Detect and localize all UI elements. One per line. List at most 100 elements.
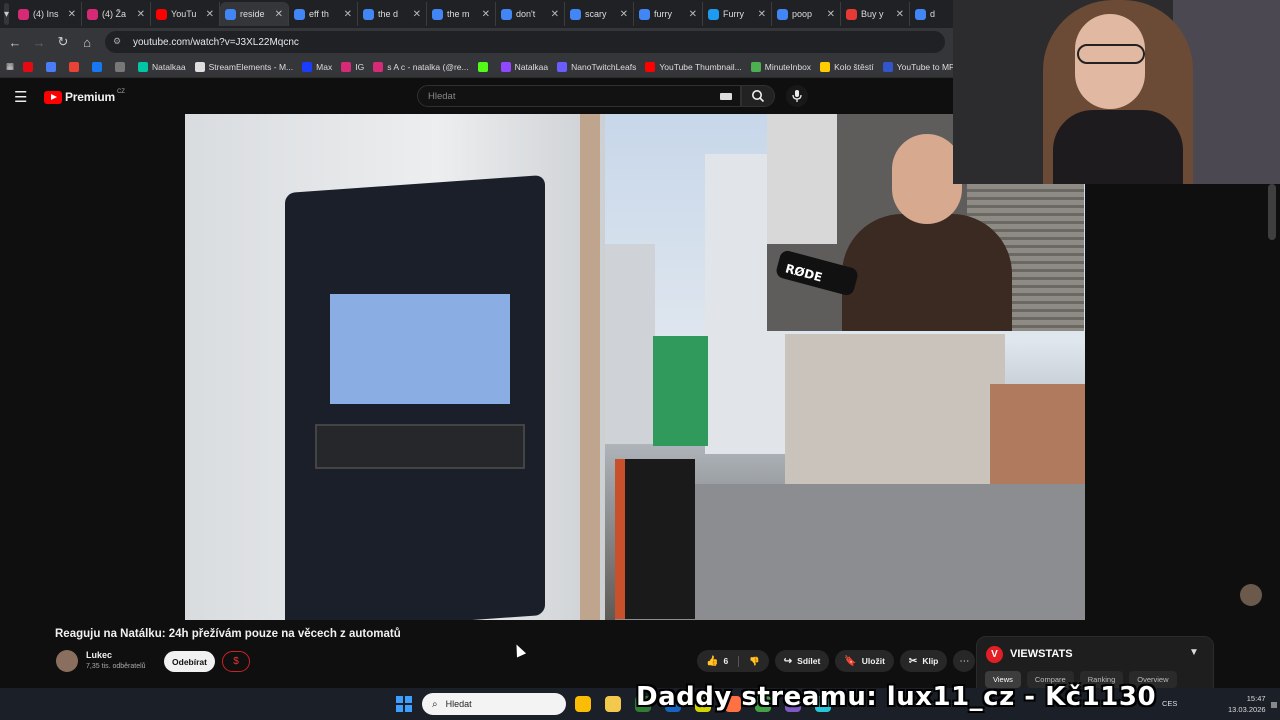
browser-tab[interactable]: YouTu ✕ (151, 2, 221, 26)
tab-favicon-icon (915, 8, 927, 20)
browser-tab[interactable]: the d ✕ (358, 2, 428, 26)
voice-search-button[interactable] (786, 85, 808, 107)
apps-icon[interactable]: ▦ (6, 61, 14, 72)
vending-machine-edge (580, 114, 600, 620)
close-tab-icon[interactable]: ✕ (68, 9, 76, 20)
browser-tab[interactable]: eff th ✕ (289, 2, 359, 26)
screen: ▾ (4) Ins ✕ (4) Ža ✕ YouTu ✕ reside ✕ eff th ✕ the… (0, 0, 1280, 720)
close-tab-icon[interactable]: ✕ (620, 9, 628, 20)
browser-tab[interactable]: Buy y ✕ (841, 2, 911, 26)
file-explorer-icon[interactable] (605, 696, 621, 712)
tab-title: (4) Ins (33, 9, 59, 19)
bookmark-item[interactable] (115, 61, 129, 72)
bookmark-item[interactable]: YouTube Thumbnail... (645, 61, 742, 72)
save-label: Uložit (861, 656, 885, 666)
show-desktop-button[interactable] (1271, 702, 1277, 708)
bookmark-item[interactable] (477, 61, 492, 72)
youtube-play-icon (44, 90, 62, 104)
subscribe-button[interactable]: Odebírat (164, 651, 215, 672)
search-button[interactable] (741, 85, 775, 107)
bookmark-favicon-icon (500, 61, 511, 72)
browser-tab[interactable]: don't ✕ (496, 2, 566, 26)
close-tab-icon[interactable]: ✕ (827, 9, 835, 20)
back-button[interactable]: ← (3, 35, 27, 50)
facecam-glasses (1077, 44, 1145, 64)
reload-button[interactable]: ↻ (51, 34, 75, 50)
site-info-icon[interactable]: ⚙ (113, 36, 125, 48)
channel-name[interactable]: Lukec (86, 650, 112, 660)
browser-tab[interactable]: (4) Ža ✕ (82, 2, 152, 26)
save-button[interactable]: 🔖 Uložit (835, 650, 894, 672)
browser-toolbar: ← → ↻ ⌂ ⚙ youtube.com/watch?v=J3XL22Mqcn… (0, 28, 955, 56)
bookmark-item[interactable]: IG (341, 61, 364, 72)
close-tab-icon[interactable]: ✕ (206, 9, 214, 20)
like-count: 6 (723, 656, 729, 666)
donate-button[interactable]: $ (222, 651, 250, 672)
close-tab-icon[interactable]: ✕ (482, 9, 490, 20)
tab-search-button[interactable]: ▾ (4, 3, 10, 25)
floating-avatar-button[interactable] (1240, 584, 1262, 606)
menu-icon[interactable]: ☰ (14, 88, 34, 106)
search-input[interactable]: Hledat (417, 85, 741, 107)
browser-tab[interactable]: d✕ (910, 2, 955, 26)
bookmark-favicon-icon (69, 61, 80, 72)
channel-avatar[interactable] (56, 650, 78, 672)
bookmark-favicon-icon (23, 61, 34, 72)
browser-tab-strip: ▾ (4) Ins ✕ (4) Ža ✕ YouTu ✕ reside ✕ eff th ✕ the… (0, 0, 955, 28)
tab-title: d (930, 9, 936, 19)
bookmark-item[interactable]: s A c - natalka (@re... (373, 61, 469, 72)
bookmark-item[interactable] (69, 61, 83, 72)
browser-tab[interactable]: (4) Ins ✕ (13, 2, 83, 26)
close-tab-icon[interactable]: ✕ (551, 9, 559, 20)
tab-favicon-icon (225, 8, 237, 20)
browser-tab[interactable]: reside ✕ (220, 2, 290, 26)
more-actions-button[interactable]: ⋯ (953, 650, 976, 672)
bookmark-item[interactable] (23, 61, 37, 72)
browser-tab[interactable]: scary ✕ (565, 2, 635, 26)
share-button[interactable]: ↪ Sdílet (774, 650, 830, 672)
browser-tab[interactable]: poop ✕ (772, 2, 842, 26)
taskbar-search-placeholder: Hledat (445, 699, 472, 709)
close-tab-icon[interactable]: ✕ (689, 9, 697, 20)
bookmark-item[interactable]: StreamElements - M... (194, 61, 293, 72)
browser-tab[interactable]: Furry ✕ (703, 2, 773, 26)
bookmark-favicon-icon (138, 61, 149, 72)
bookmark-item[interactable] (92, 61, 106, 72)
bookmark-item[interactable] (46, 61, 60, 72)
bookmark-item[interactable]: MinuteInbox (750, 61, 811, 72)
bookmark-label: s A c - natalka (@re... (387, 61, 469, 72)
bookmark-item[interactable]: Max (302, 61, 332, 72)
keyboard-icon[interactable] (720, 93, 732, 100)
windows-start-icon[interactable] (396, 696, 412, 712)
close-tab-icon[interactable]: ✕ (896, 9, 904, 20)
tab-favicon-icon (501, 8, 513, 20)
chevron-down-icon[interactable]: ▼ (1189, 647, 1199, 658)
clock[interactable]: 15:47 13.03.2026 (1228, 693, 1266, 715)
bookmark-item[interactable]: Natalkaa (138, 61, 186, 72)
bookmark-item[interactable]: Natalkaa (500, 61, 548, 72)
viewstats-logo: V (986, 646, 1003, 663)
close-tab-icon[interactable]: ✕ (758, 9, 766, 20)
page-scrollbar[interactable] (1268, 184, 1276, 240)
taskbar-search[interactable]: ⌕ Hledat (422, 693, 566, 715)
thumbs-down-icon[interactable]: 👎 (738, 655, 760, 667)
bookmark-item[interactable]: NanoTwitchLeafs (557, 61, 636, 72)
browser-tab[interactable]: the m ✕ (427, 2, 497, 26)
close-tab-icon[interactable]: ✕ (275, 9, 283, 20)
bookmark-item[interactable]: Kolo štěstí (820, 61, 874, 72)
bookmark-item[interactable]: YouTube to MP... (882, 61, 955, 72)
address-bar[interactable]: ⚙ youtube.com/watch?v=J3XL22Mqcnc (105, 31, 945, 53)
browser-tab[interactable]: furry ✕ (634, 2, 704, 26)
clip-button[interactable]: ✂ Klip (899, 650, 948, 672)
language-indicator[interactable]: CES (1162, 699, 1177, 708)
brand-label: Premium (65, 90, 115, 104)
like-button[interactable]: 👍 6 👎 (697, 650, 769, 672)
close-tab-icon[interactable]: ✕ (344, 9, 352, 20)
forward-button[interactable]: → (27, 35, 51, 50)
bookmark-favicon-icon (194, 61, 205, 72)
close-tab-icon[interactable]: ✕ (137, 9, 145, 20)
home-button[interactable]: ⌂ (75, 35, 99, 50)
chrome-icon[interactable] (575, 696, 591, 712)
close-tab-icon[interactable]: ✕ (413, 9, 421, 20)
youtube-logo[interactable]: Premium CZ (44, 89, 125, 104)
